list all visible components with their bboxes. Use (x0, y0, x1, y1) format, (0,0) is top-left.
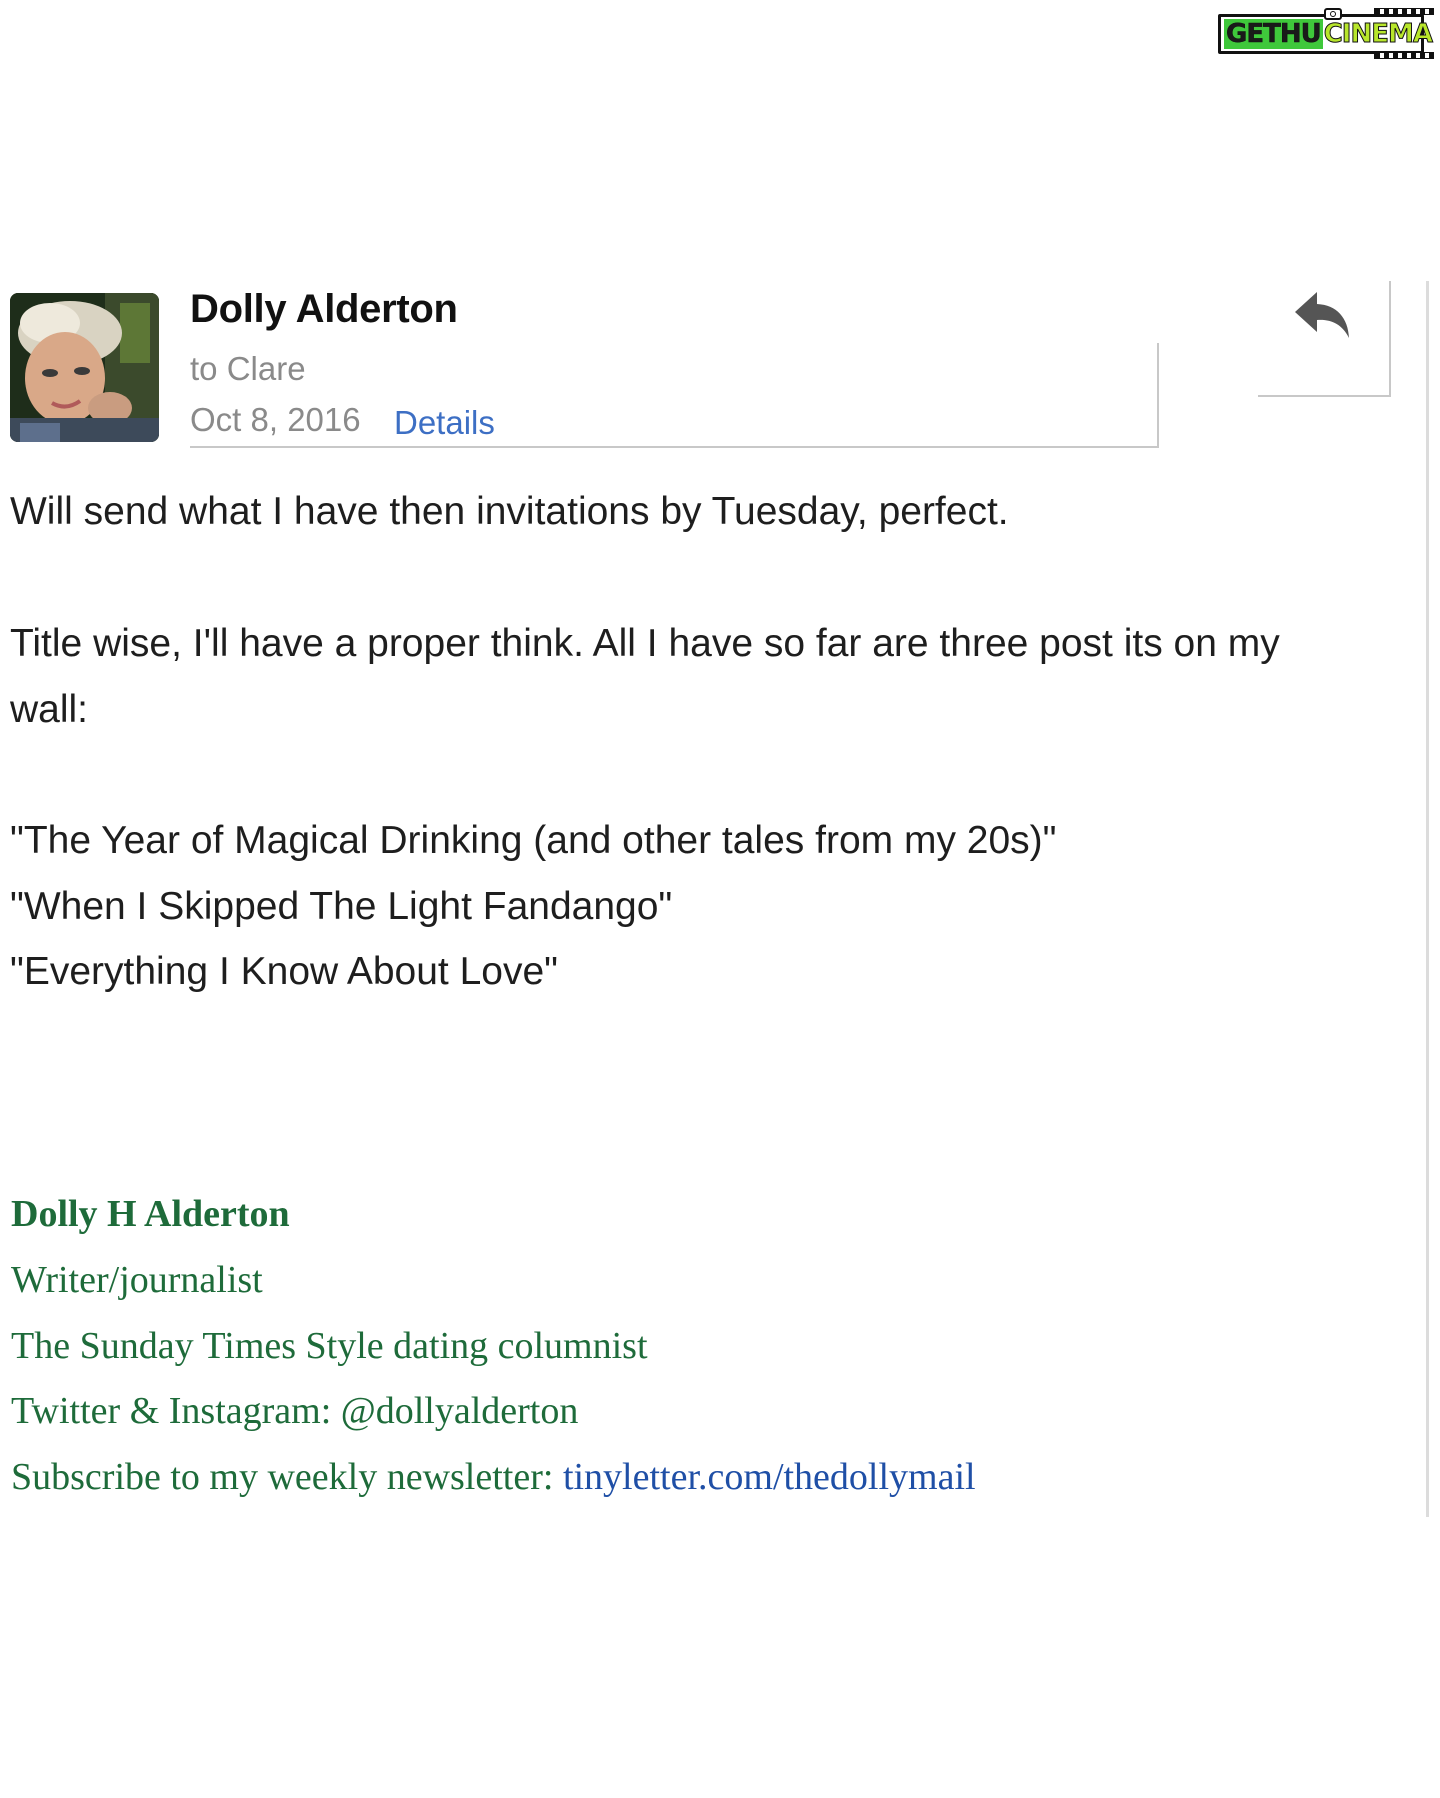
signature-newsletter: Subscribe to my weekly newsletter: tinyl… (11, 1455, 976, 1499)
newsletter-link[interactable]: tinyletter.com/thedollymail (563, 1456, 976, 1498)
header-divider (190, 446, 1159, 448)
reply-arrow-icon (1295, 292, 1349, 338)
signature-column: The Sunday Times Style dating columnist (11, 1325, 648, 1367)
logo-text: GETHU CINEMA (1224, 19, 1434, 50)
newsletter-prefix: Subscribe to my weekly newsletter: (11, 1456, 563, 1498)
details-link[interactable]: Details (394, 404, 495, 442)
title-option: "The Year of Magical Drinking (and other… (10, 819, 1057, 862)
logo-text-part1: GETHU (1224, 19, 1323, 49)
reply-button[interactable] (1293, 288, 1353, 342)
signature-social: Twitter & Instagram: @dollyalderton (11, 1390, 579, 1432)
body-line: Will send what I have then invitations b… (10, 490, 1009, 533)
avatar (10, 293, 159, 442)
reply-box-border-vertical (1389, 281, 1391, 397)
recipient-label: to Clare (190, 350, 306, 387)
email-date: Oct 8, 2016 (190, 401, 361, 438)
body-line: wall: (10, 688, 89, 731)
signature-name: Dolly H Alderton (11, 1193, 290, 1235)
logo-text-part2: CINEMA (1323, 19, 1433, 50)
filmstrip-icon (1374, 52, 1434, 59)
header-divider-vertical (1157, 343, 1159, 448)
watermark-logo: GETHU CINEMA (1218, 8, 1434, 59)
pane-edge (1426, 281, 1429, 1517)
reply-box-border (1258, 395, 1391, 397)
body-line: Title wise, I'll have a proper think. Al… (10, 622, 1280, 665)
title-option: "Everything I Know About Love" (10, 950, 559, 993)
sender-name: Dolly Alderton (190, 287, 458, 331)
signature-role: Writer/journalist (11, 1259, 263, 1301)
title-option: "When I Skipped The Light Fandango" (10, 885, 673, 928)
